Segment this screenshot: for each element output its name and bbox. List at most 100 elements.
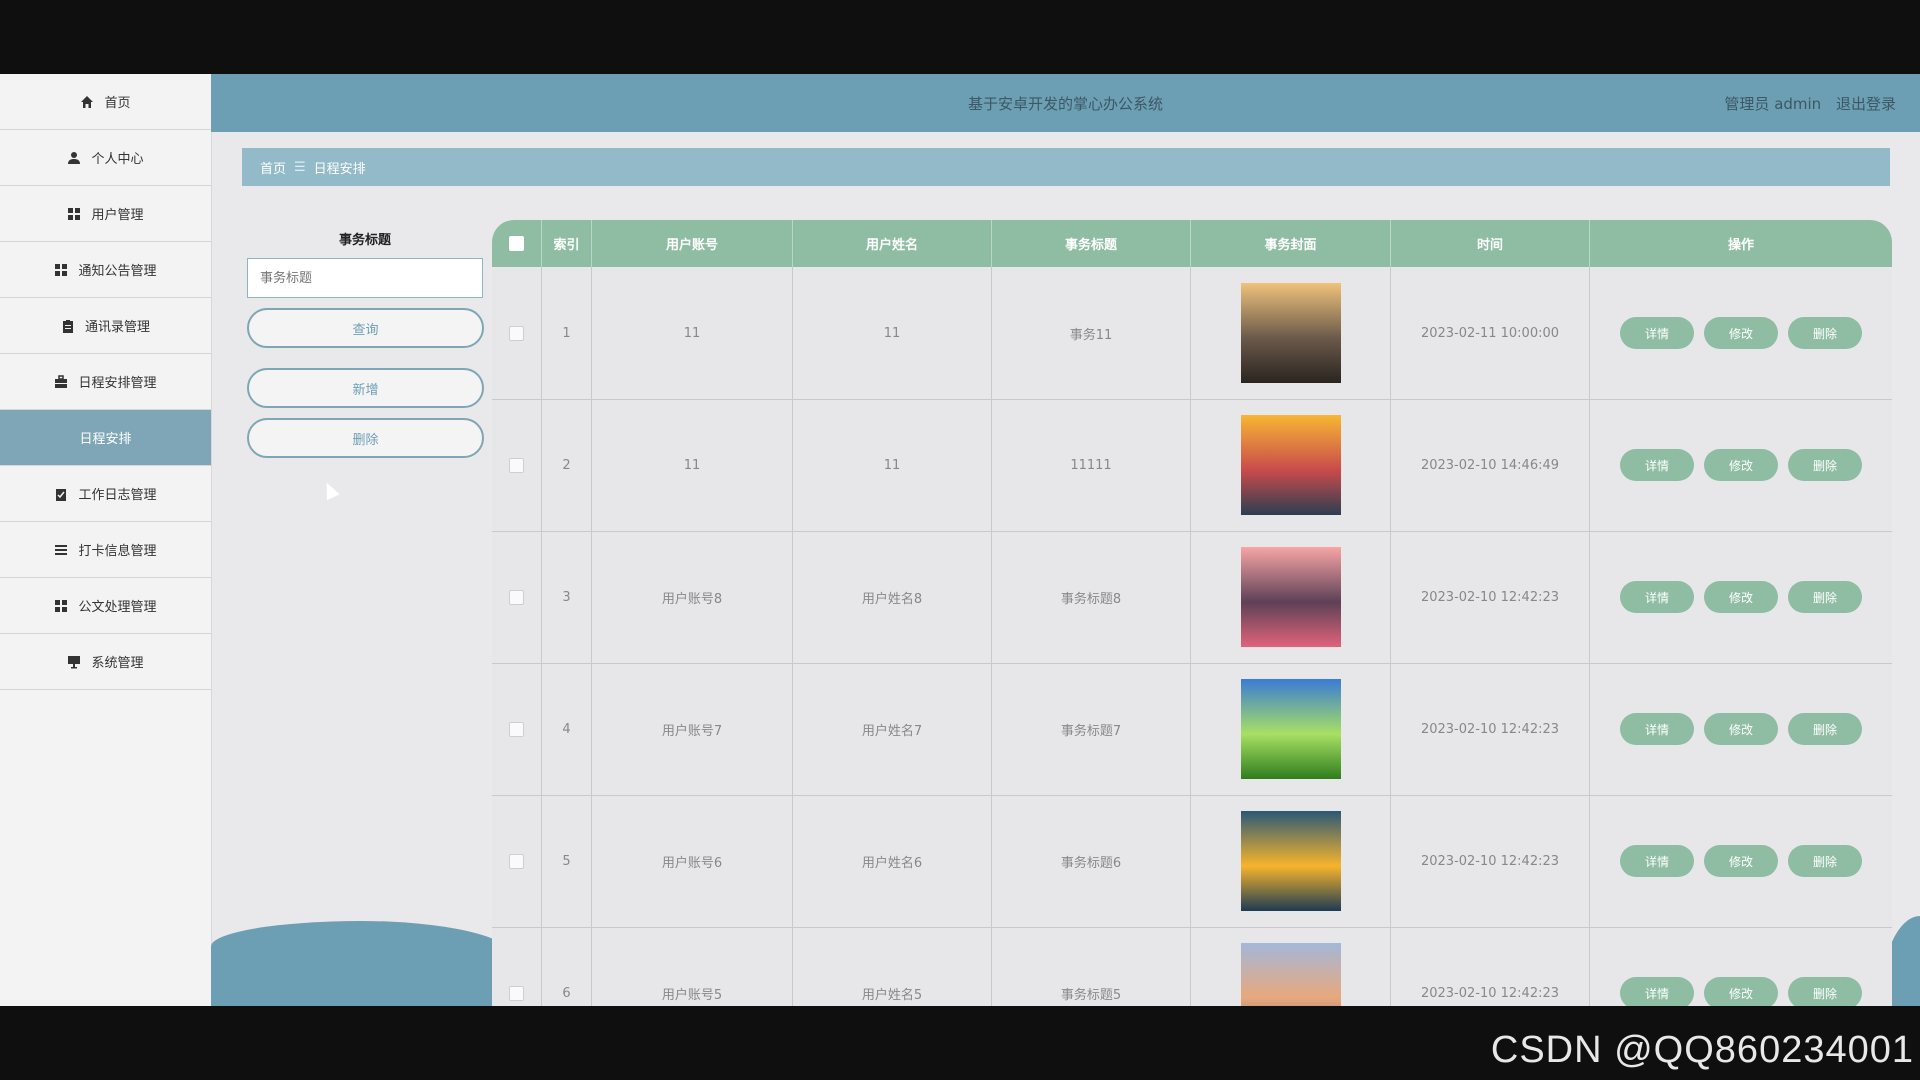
sidebar-item-schedule[interactable]: 日程安排 (0, 410, 211, 466)
account-cell: 用户账号6 (592, 795, 793, 927)
list-icon (54, 543, 68, 557)
cover-image[interactable] (1240, 943, 1341, 1006)
cover-image[interactable] (1240, 811, 1341, 911)
sidebar-item-label: 打卡信息管理 (78, 544, 157, 559)
row-checkbox[interactable] (509, 721, 524, 737)
detail-button[interactable]: 详情 (1620, 581, 1694, 613)
column-header: 事务标题 (992, 220, 1191, 267)
sidebar-item-label: 公文处理管理 (78, 600, 157, 615)
table-row: 6 用户账号5 用户姓名5 事务标题5 2023-02-10 12:42:23 详情 修改删… (492, 927, 1892, 1006)
time-cell: 2023-02-10 12:42:23 (1391, 663, 1590, 795)
delete-button[interactable]: 删除 (1788, 845, 1862, 877)
user-info: 管理员 admin 退出登录 (1724, 93, 1896, 114)
cover-image[interactable] (1240, 679, 1341, 779)
schedule-table: 索引 用户账号 用户姓名 事务标题 事务封面 时间 操作 1 11 11 事务11 20… (492, 220, 1892, 1006)
sidebar-item-label: 用户管理 (91, 208, 144, 223)
edit-button[interactable]: 修改 (1704, 449, 1778, 481)
actions-cell: 详情 修改 删除 (1590, 399, 1892, 531)
detail-button[interactable]: 详情 (1620, 317, 1694, 349)
edit-button[interactable]: 修改 (1704, 977, 1778, 1006)
grid-icon (54, 263, 68, 277)
sidebar-item-checkin[interactable]: 打卡信息管理 (0, 522, 211, 578)
sidebar-item-contacts[interactable]: 通讯录管理 (0, 298, 211, 354)
sidebar-item-home[interactable]: 首页 (0, 74, 211, 130)
delete-button[interactable]: 删除 (1788, 449, 1862, 481)
cover-cell (1191, 267, 1391, 399)
index-cell: 5 (542, 795, 592, 927)
cover-image[interactable] (1240, 547, 1341, 647)
row-checkbox-cell (492, 663, 542, 795)
sidebar-item-label: 通讯录管理 (84, 320, 150, 335)
sidebar-item-documents[interactable]: 公文处理管理 (0, 578, 211, 634)
delete-button[interactable]: 删除 (1788, 713, 1862, 745)
time-cell: 2023-02-10 12:42:23 (1391, 795, 1590, 927)
actions-cell: 详情 修改 删除 (1590, 267, 1892, 399)
name-cell: 用户姓名5 (793, 927, 992, 1006)
delete-button[interactable]: 删除 (1788, 581, 1862, 613)
column-header: 时间 (1391, 220, 1590, 267)
delete-button[interactable]: 删除 (1788, 317, 1862, 349)
sidebar-item-system[interactable]: 系统管理 (0, 634, 211, 690)
sidebar-item-label: 系统管理 (91, 656, 144, 671)
checklist-icon (54, 487, 68, 501)
sidebar-item-notices[interactable]: 通知公告管理 (0, 242, 211, 298)
cover-cell (1191, 663, 1391, 795)
grid-icon (67, 207, 81, 221)
app-screen: 首页 个人中心 用户管理 通知公告管理 通讯录管理 日程安排管理 日程安排 工作… (0, 74, 1920, 1006)
table-row: 1 11 11 事务11 2023-02-11 10:00:00 详情 修改 删除 (492, 267, 1892, 400)
add-button[interactable]: 新增 (247, 368, 484, 408)
batch-delete-button[interactable]: 删除 (247, 418, 484, 458)
cover-cell (1191, 531, 1391, 663)
row-checkbox-cell (492, 531, 542, 663)
delete-button[interactable]: 删除 (1788, 977, 1862, 1006)
detail-button[interactable]: 详情 (1620, 713, 1694, 745)
cover-cell (1191, 927, 1391, 1006)
edit-button[interactable]: 修改 (1704, 317, 1778, 349)
sidebar-item-profile[interactable]: 个人中心 (0, 130, 211, 186)
sidebar-item-label: 首页 (104, 96, 131, 111)
watermark-text: CSDN @QQ860234001 (1490, 1029, 1914, 1071)
account-cell: 用户账号7 (592, 663, 793, 795)
row-checkbox[interactable] (509, 325, 524, 341)
detail-button[interactable]: 详情 (1620, 449, 1694, 481)
sidebar-item-label: 工作日志管理 (78, 488, 157, 503)
sidebar-item-worklog[interactable]: 工作日志管理 (0, 466, 211, 522)
index-cell: 3 (542, 531, 592, 663)
title-cell: 事务11 (992, 267, 1191, 399)
detail-button[interactable]: 详情 (1620, 977, 1694, 1006)
select-all-cell (492, 220, 542, 267)
query-button[interactable]: 查询 (247, 308, 484, 348)
title-cell: 11111 (992, 399, 1191, 531)
column-header: 用户账号 (592, 220, 793, 267)
sidebar-item-label: 通知公告管理 (78, 264, 157, 279)
row-checkbox[interactable] (509, 853, 524, 869)
breadcrumb-current: 日程安排 (313, 161, 366, 177)
cover-image[interactable] (1240, 283, 1341, 383)
monitor-icon (67, 655, 81, 669)
sidebar-item-users[interactable]: 用户管理 (0, 186, 211, 242)
detail-button[interactable]: 详情 (1620, 845, 1694, 877)
actions-cell: 详情 修改 删除 (1590, 927, 1892, 1006)
breadcrumb-home[interactable]: 首页 (260, 158, 286, 177)
account-cell: 11 (592, 399, 793, 531)
edit-button[interactable]: 修改 (1704, 845, 1778, 877)
row-checkbox[interactable] (509, 589, 524, 605)
edit-button[interactable]: 修改 (1704, 581, 1778, 613)
edit-button[interactable]: 修改 (1704, 713, 1778, 745)
cover-image[interactable] (1240, 415, 1341, 515)
current-user: 管理员 admin (1724, 95, 1822, 113)
row-checkbox[interactable] (509, 985, 524, 1001)
table-row: 2 11 11 11111 2023-02-10 14:46:49 详情 修改 删除 (492, 399, 1892, 532)
time-cell: 2023-02-11 10:00:00 (1391, 267, 1590, 399)
select-all-checkbox[interactable] (509, 236, 524, 251)
home-icon (80, 95, 94, 109)
search-input[interactable] (247, 258, 483, 298)
row-checkbox[interactable] (509, 457, 524, 473)
clipboard-icon (61, 319, 75, 333)
app-title: 基于安卓开发的掌心办公系统 (967, 95, 1163, 113)
logout-link[interactable]: 退出登录 (1836, 95, 1896, 113)
sidebar-item-schedule-mgmt[interactable]: 日程安排管理 (0, 354, 211, 410)
title-cell: 事务标题7 (992, 663, 1191, 795)
cover-cell (1191, 795, 1391, 927)
title-cell: 事务标题8 (992, 531, 1191, 663)
